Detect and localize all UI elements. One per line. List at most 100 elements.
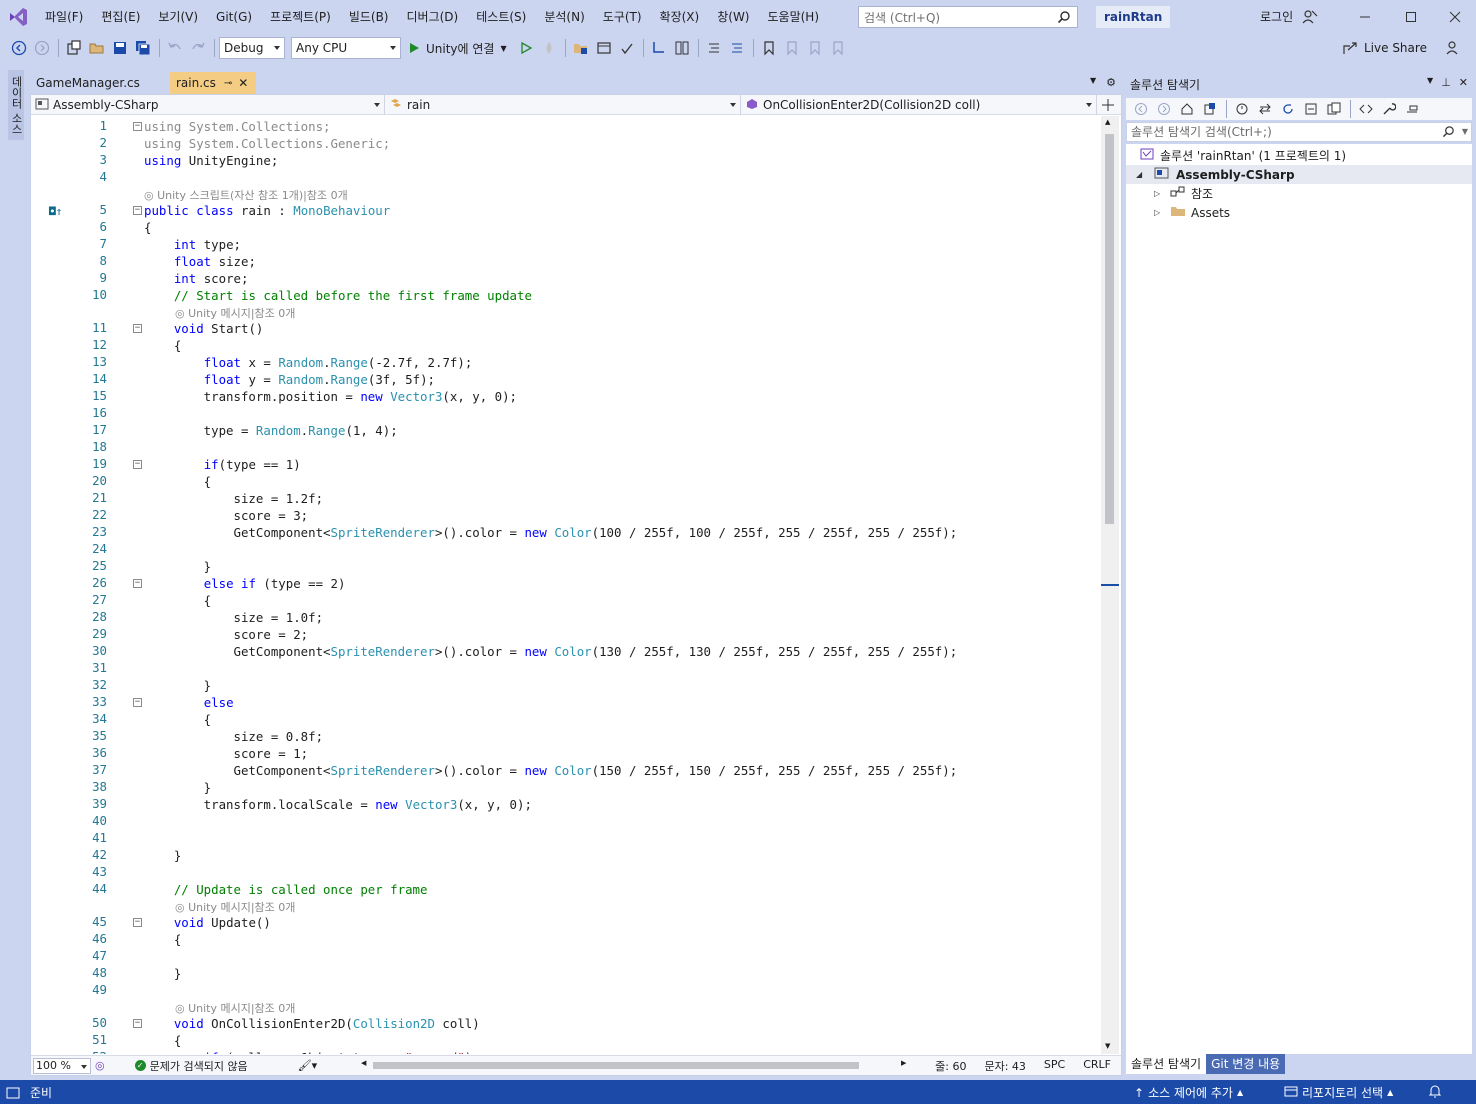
horizontal-scrollbar[interactable]: ◀ ▶: [361, 1059, 907, 1070]
whitespace-indicator[interactable]: SPC: [1044, 1058, 1065, 1074]
vertical-scrollbar[interactable]: ▲ ▼: [1101, 116, 1119, 1054]
unity-script-marker-icon[interactable]: ◘↑: [49, 205, 62, 218]
data-sources-tab[interactable]: 데이터 소스: [8, 70, 24, 140]
codelens-annotation[interactable]: ◎ Unity 스크립트(자산 참조 1개)|참조 0개: [144, 187, 348, 203]
bookmark-icon[interactable]: [758, 37, 780, 59]
fold-toggle-icon[interactable]: −: [133, 122, 142, 131]
scroll-up-icon[interactable]: ▲: [1105, 118, 1110, 126]
pin-icon[interactable]: ⊥: [1441, 76, 1451, 89]
codelens-annotation[interactable]: ◎ Unity 메시지|참조 0개: [175, 1000, 295, 1016]
member-dropdown[interactable]: OnCollisionEnter2D(Collision2D coll): [741, 95, 1097, 115]
properties-wrench-icon[interactable]: [1378, 98, 1400, 120]
platform-dropdown[interactable]: Any CPU: [291, 37, 401, 59]
solution-view-icon[interactable]: [671, 37, 693, 59]
collapsed-arrow-icon[interactable]: ▷: [1154, 208, 1166, 217]
fold-toggle-icon[interactable]: −: [133, 579, 142, 588]
menu-tools[interactable]: 도구(T): [594, 0, 651, 34]
chevron-down-icon[interactable]: ▼: [1427, 76, 1433, 89]
menu-edit[interactable]: 편집(E): [92, 0, 149, 34]
pin-icon[interactable]: ⊸: [224, 78, 232, 89]
tab-rain[interactable]: rain.cs ⊸ ✕: [170, 72, 256, 94]
line-ending-indicator[interactable]: CRLF: [1083, 1058, 1111, 1074]
menu-view[interactable]: 보기(V): [149, 0, 207, 34]
line-number-indicator[interactable]: 줄: 60: [935, 1058, 966, 1074]
spell-check-icon[interactable]: [616, 37, 638, 59]
menu-file[interactable]: 파일(F): [36, 0, 92, 34]
step-into-icon[interactable]: [648, 37, 670, 59]
code-cleanup-icon[interactable]: 🖌▾: [298, 1059, 318, 1072]
tree-item-solution[interactable]: 솔루션 'rainRtan' (1 프로젝트의 1): [1140, 146, 1346, 165]
uncomment-icon[interactable]: [726, 37, 748, 59]
browse-folder-icon[interactable]: [570, 37, 592, 59]
code-area[interactable]: ◘↑ 1− using System.Collections; 2 using Sys…: [31, 116, 1101, 1054]
clear-bookmarks-icon[interactable]: [827, 37, 849, 59]
close-icon[interactable]: ✕: [1459, 76, 1468, 89]
output-window-icon[interactable]: [6, 1086, 20, 1100]
scroll-down-icon[interactable]: ▼: [1105, 1042, 1110, 1050]
fold-toggle-icon[interactable]: −: [133, 460, 142, 469]
forward-icon[interactable]: [1153, 98, 1175, 120]
previous-bookmark-icon[interactable]: [781, 37, 803, 59]
menu-debug[interactable]: 디버그(D): [398, 0, 468, 34]
save-icon[interactable]: [109, 37, 131, 59]
preview-selected-icon[interactable]: [1401, 98, 1423, 120]
layout-icon[interactable]: [593, 37, 615, 59]
hot-reload-icon[interactable]: [538, 37, 560, 59]
project-dropdown[interactable]: Assembly-CSharp: [31, 95, 385, 115]
notifications-bell-icon[interactable]: [1428, 1084, 1442, 1098]
tree-item-references[interactable]: ▷ 참조: [1154, 184, 1213, 203]
gear-icon[interactable]: ⚙: [1106, 76, 1116, 89]
menu-window[interactable]: 창(W): [708, 0, 758, 34]
scrollbar-thumb[interactable]: [1105, 134, 1114, 524]
tree-item-project[interactable]: ◢ Assembly-CSharp: [1126, 165, 1472, 184]
login-link[interactable]: 로그인: [1260, 0, 1293, 34]
attach-to-unity-button[interactable]: Unity에 연결 ▼: [407, 40, 507, 57]
refresh-icon[interactable]: [1277, 98, 1299, 120]
zoom-dropdown[interactable]: 100 %: [33, 1057, 91, 1074]
maximize-button[interactable]: [1388, 0, 1434, 34]
menu-analyze[interactable]: 분석(N): [535, 0, 593, 34]
navigate-forward-icon[interactable]: [31, 37, 53, 59]
save-all-icon[interactable]: [132, 37, 154, 59]
fold-toggle-icon[interactable]: −: [133, 324, 142, 333]
add-to-source-control-button[interactable]: ↑ 소스 제어에 추가 ▲: [1134, 1084, 1243, 1101]
open-file-icon[interactable]: [86, 37, 108, 59]
fold-toggle-icon[interactable]: −: [133, 1019, 142, 1028]
tab-git-changes[interactable]: Git 변경 내용: [1206, 1054, 1286, 1074]
account-settings-icon[interactable]: [1302, 9, 1318, 28]
chevron-down-icon[interactable]: ▼: [1462, 123, 1468, 141]
visual-studio-logo-icon[interactable]: [0, 0, 36, 34]
collapse-all-icon[interactable]: [1300, 98, 1322, 120]
home-icon[interactable]: [1176, 98, 1198, 120]
issues-indicator[interactable]: ✓ 문제가 검색되지 않음: [134, 1058, 248, 1074]
scroll-left-icon[interactable]: ◀: [361, 1059, 366, 1067]
intellicode-icon[interactable]: ◎: [95, 1059, 105, 1072]
search-input[interactable]: 검색 (Ctrl+Q): [858, 6, 1078, 28]
codelens-annotation[interactable]: ◎ Unity 메시지|참조 0개: [175, 305, 295, 321]
select-repository-button[interactable]: 리포지토리 선택 ▲: [1284, 1084, 1393, 1101]
pending-changes-filter-icon[interactable]: [1231, 98, 1253, 120]
fold-toggle-icon[interactable]: −: [133, 918, 142, 927]
menu-help[interactable]: 도움말(H): [759, 0, 829, 34]
menu-project[interactable]: 프로젝트(P): [261, 0, 340, 34]
configuration-dropdown[interactable]: Debug: [219, 37, 285, 59]
chevron-down-icon[interactable]: ▼: [1090, 76, 1096, 89]
menu-git[interactable]: Git(G): [207, 0, 261, 34]
navigate-back-icon[interactable]: [8, 37, 30, 59]
solution-search-input[interactable]: 솔루션 탐색기 검색(Ctrl+;) ▼: [1126, 122, 1472, 142]
undo-icon[interactable]: [164, 37, 186, 59]
live-share-button[interactable]: Live Share: [1342, 37, 1461, 59]
minimize-button[interactable]: [1342, 0, 1388, 34]
class-dropdown[interactable]: rain: [385, 95, 741, 115]
scroll-right-icon[interactable]: ▶: [901, 1059, 906, 1067]
scrollbar-thumb[interactable]: [373, 1062, 859, 1069]
comment-out-icon[interactable]: [703, 37, 725, 59]
redo-icon[interactable]: [187, 37, 209, 59]
codelens-annotation[interactable]: ◎ Unity 메시지|참조 0개: [175, 899, 295, 915]
new-project-icon[interactable]: [63, 37, 85, 59]
sync-active-document-icon[interactable]: [1254, 98, 1276, 120]
tab-gamemanager[interactable]: GameManager.cs: [30, 72, 170, 94]
menu-build[interactable]: 빌드(B): [340, 0, 398, 34]
back-icon[interactable]: [1130, 98, 1152, 120]
expanded-arrow-icon[interactable]: ◢: [1136, 170, 1148, 179]
